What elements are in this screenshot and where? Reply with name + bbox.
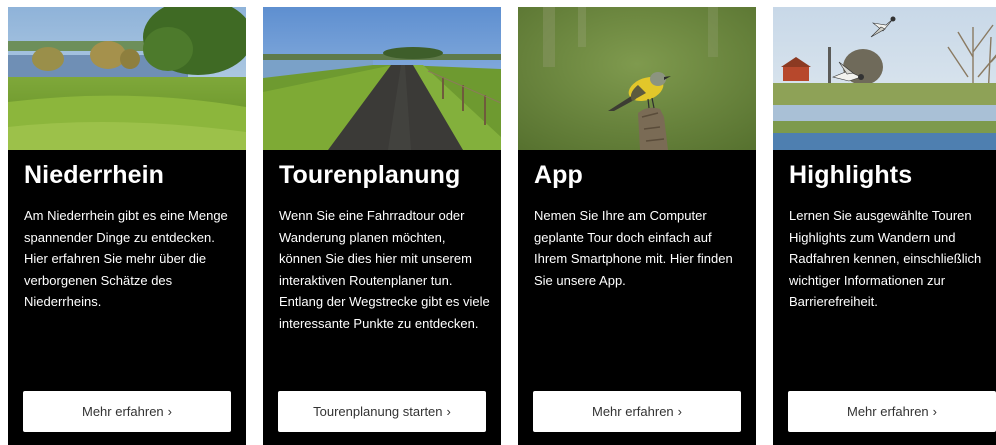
card-description: Am Niederrhein gibt es eine Menge spanne…	[24, 208, 228, 309]
card-tourenplanung: Tourenplanung Wenn Sie eine Fahrradtour …	[263, 7, 501, 445]
more-info-button[interactable]: Mehr erfahren ›	[788, 391, 996, 432]
card-highlights: Highlights Lernen Sie ausgewählte Touren…	[773, 7, 996, 445]
landscape-photo-niederrhein[interactable]	[8, 7, 246, 150]
more-info-button[interactable]: Mehr erfahren ›	[533, 391, 741, 432]
chevron-right-icon: ›	[932, 404, 937, 419]
chevron-right-icon: ›	[677, 404, 682, 419]
more-info-button[interactable]: Mehr erfahren ›	[23, 391, 231, 432]
button-label: Tourenplanung starten	[313, 404, 443, 419]
card-description: Wenn Sie eine Fahrradtour oder Wanderung…	[279, 208, 490, 331]
card-title: Niederrhein	[24, 161, 165, 189]
button-label: Mehr erfahren	[847, 404, 929, 419]
button-label: Mehr erfahren	[592, 404, 674, 419]
card-description: Nemen Sie Ihre am Computer geplante Tour…	[534, 208, 733, 288]
bike-path-photo[interactable]	[263, 7, 501, 150]
card-app: App Nemen Sie Ihre am Computer geplante …	[518, 7, 756, 445]
start-tour-planning-button[interactable]: Tourenplanung starten ›	[278, 391, 486, 432]
card-niederrhein: Niederrhein Am Niederrhein gibt es eine …	[8, 7, 246, 445]
card-title: Highlights	[789, 161, 913, 189]
button-label: Mehr erfahren	[82, 404, 164, 419]
card-title: App	[534, 161, 583, 189]
card-title: Tourenplanung	[279, 161, 461, 189]
bird-on-post-photo[interactable]	[518, 7, 756, 150]
geese-flooded-meadow-photo[interactable]	[773, 7, 996, 150]
chevron-right-icon: ›	[167, 404, 172, 419]
chevron-right-icon: ›	[446, 404, 451, 419]
card-description: Lernen Sie ausgewählte Touren Highlights…	[789, 208, 982, 309]
